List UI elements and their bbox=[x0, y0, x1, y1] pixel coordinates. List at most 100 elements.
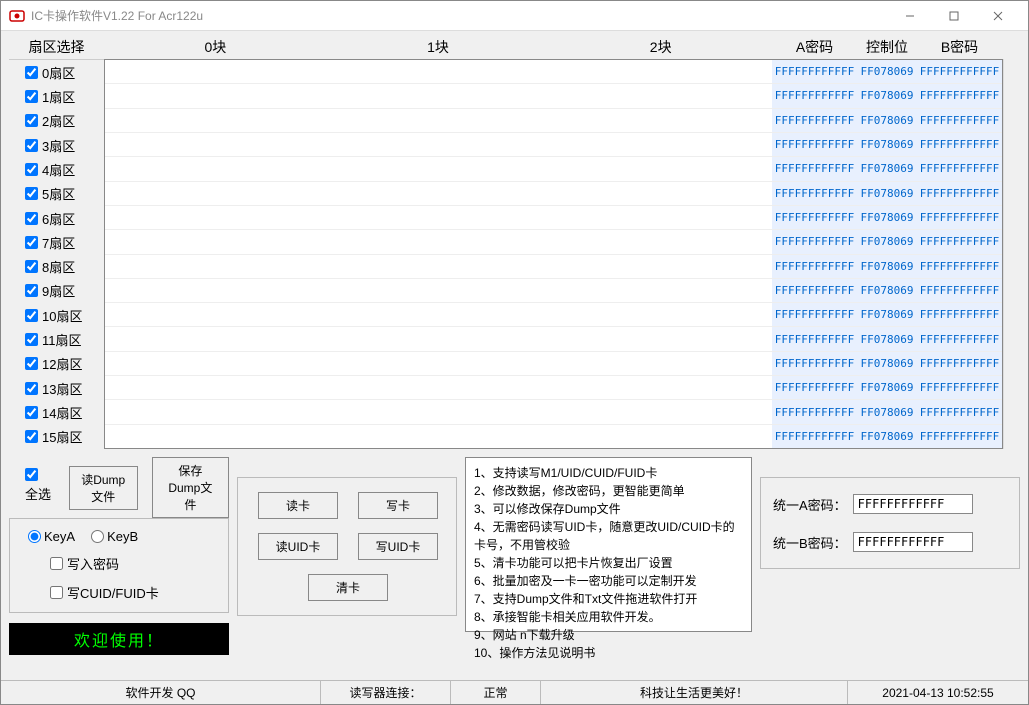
cell-block1[interactable] bbox=[327, 109, 549, 132]
cell-control[interactable]: FF078069 bbox=[857, 279, 917, 302]
cell-b-password[interactable]: FFFFFFFFFFFF bbox=[917, 425, 1002, 448]
cell-b-password[interactable]: FFFFFFFFFFFF bbox=[917, 303, 1002, 326]
save-dump-button[interactable]: 保存Dump文件 bbox=[152, 457, 229, 518]
cell-block2[interactable] bbox=[550, 230, 772, 253]
unified-b-input[interactable] bbox=[853, 532, 973, 552]
cell-block0[interactable] bbox=[105, 425, 327, 448]
cell-control[interactable]: FF078069 bbox=[857, 182, 917, 205]
cell-a-password[interactable]: FFFFFFFFFFFF bbox=[772, 279, 857, 302]
cell-control[interactable]: FF078069 bbox=[857, 109, 917, 132]
cell-block0[interactable] bbox=[105, 400, 327, 423]
cell-block1[interactable] bbox=[327, 400, 549, 423]
cell-block0[interactable] bbox=[105, 182, 327, 205]
sector-checkbox-13[interactable]: 13扇区 bbox=[9, 376, 104, 400]
cell-block1[interactable] bbox=[327, 376, 549, 399]
cell-block2[interactable] bbox=[550, 133, 772, 156]
cell-block1[interactable] bbox=[327, 327, 549, 350]
write-password-checkbox[interactable]: 写入密码 bbox=[50, 554, 218, 573]
cell-a-password[interactable]: FFFFFFFFFFFF bbox=[772, 133, 857, 156]
write-cuid-checkbox[interactable]: 写CUID/FUID卡 bbox=[50, 583, 218, 602]
cell-control[interactable]: FF078069 bbox=[857, 206, 917, 229]
cell-a-password[interactable]: FFFFFFFFFFFF bbox=[772, 157, 857, 180]
cell-b-password[interactable]: FFFFFFFFFFFF bbox=[917, 206, 1002, 229]
cell-control[interactable]: FF078069 bbox=[857, 60, 917, 83]
cell-block0[interactable] bbox=[105, 279, 327, 302]
cell-block2[interactable] bbox=[550, 327, 772, 350]
cell-block0[interactable] bbox=[105, 352, 327, 375]
cell-b-password[interactable]: FFFFFFFFFFFF bbox=[917, 60, 1002, 83]
cell-a-password[interactable]: FFFFFFFFFFFF bbox=[772, 84, 857, 107]
cell-control[interactable]: FF078069 bbox=[857, 400, 917, 423]
cell-b-password[interactable]: FFFFFFFFFFFF bbox=[917, 352, 1002, 375]
cell-block2[interactable] bbox=[550, 425, 772, 448]
cell-a-password[interactable]: FFFFFFFFFFFF bbox=[772, 376, 857, 399]
cell-b-password[interactable]: FFFFFFFFFFFF bbox=[917, 400, 1002, 423]
select-all-checkbox[interactable]: 全选 bbox=[25, 468, 55, 503]
cell-block1[interactable] bbox=[327, 230, 549, 253]
cell-block2[interactable] bbox=[550, 84, 772, 107]
cell-block2[interactable] bbox=[550, 109, 772, 132]
cell-block2[interactable] bbox=[550, 206, 772, 229]
cell-block1[interactable] bbox=[327, 157, 549, 180]
cell-a-password[interactable]: FFFFFFFFFFFF bbox=[772, 206, 857, 229]
cell-block0[interactable] bbox=[105, 109, 327, 132]
cell-a-password[interactable]: FFFFFFFFFFFF bbox=[772, 327, 857, 350]
cell-block2[interactable] bbox=[550, 157, 772, 180]
cell-control[interactable]: FF078069 bbox=[857, 352, 917, 375]
sector-checkbox-1[interactable]: 1扇区 bbox=[9, 84, 104, 108]
sector-checkbox-14[interactable]: 14扇区 bbox=[9, 400, 104, 424]
cell-control[interactable]: FF078069 bbox=[857, 157, 917, 180]
cell-b-password[interactable]: FFFFFFFFFFFF bbox=[917, 230, 1002, 253]
cell-a-password[interactable]: FFFFFFFFFFFF bbox=[772, 400, 857, 423]
sector-checkbox-6[interactable]: 6扇区 bbox=[9, 206, 104, 230]
cell-b-password[interactable]: FFFFFFFFFFFF bbox=[917, 279, 1002, 302]
cell-block0[interactable] bbox=[105, 255, 327, 278]
cell-b-password[interactable]: FFFFFFFFFFFF bbox=[917, 133, 1002, 156]
cell-block0[interactable] bbox=[105, 133, 327, 156]
sector-checkbox-15[interactable]: 15扇区 bbox=[9, 425, 104, 449]
keyb-radio[interactable]: KeyB bbox=[91, 529, 138, 544]
sector-checkbox-10[interactable]: 10扇区 bbox=[9, 303, 104, 327]
cell-control[interactable]: FF078069 bbox=[857, 376, 917, 399]
cell-block2[interactable] bbox=[550, 376, 772, 399]
sector-checkbox-5[interactable]: 5扇区 bbox=[9, 182, 104, 206]
read-dump-button[interactable]: 读Dump文件 bbox=[69, 466, 138, 510]
cell-b-password[interactable]: FFFFFFFFFFFF bbox=[917, 182, 1002, 205]
cell-b-password[interactable]: FFFFFFFFFFFF bbox=[917, 327, 1002, 350]
write-card-button[interactable]: 写卡 bbox=[358, 492, 438, 519]
cell-b-password[interactable]: FFFFFFFFFFFF bbox=[917, 376, 1002, 399]
cell-block0[interactable] bbox=[105, 327, 327, 350]
cell-control[interactable]: FF078069 bbox=[857, 303, 917, 326]
cell-block1[interactable] bbox=[327, 425, 549, 448]
cell-a-password[interactable]: FFFFFFFFFFFF bbox=[772, 60, 857, 83]
sector-checkbox-11[interactable]: 11扇区 bbox=[9, 327, 104, 351]
cell-block1[interactable] bbox=[327, 255, 549, 278]
cell-a-password[interactable]: FFFFFFFFFFFF bbox=[772, 182, 857, 205]
cell-block0[interactable] bbox=[105, 303, 327, 326]
cell-block0[interactable] bbox=[105, 84, 327, 107]
cell-block2[interactable] bbox=[550, 303, 772, 326]
maximize-button[interactable] bbox=[932, 2, 976, 30]
close-button[interactable] bbox=[976, 2, 1020, 30]
write-uid-button[interactable]: 写UID卡 bbox=[358, 533, 438, 560]
cell-b-password[interactable]: FFFFFFFFFFFF bbox=[917, 157, 1002, 180]
cell-block0[interactable] bbox=[105, 376, 327, 399]
cell-control[interactable]: FF078069 bbox=[857, 84, 917, 107]
clear-card-button[interactable]: 清卡 bbox=[308, 574, 388, 601]
cell-b-password[interactable]: FFFFFFFFFFFF bbox=[917, 109, 1002, 132]
keya-radio[interactable]: KeyA bbox=[28, 529, 75, 544]
sector-checkbox-4[interactable]: 4扇区 bbox=[9, 157, 104, 181]
cell-block1[interactable] bbox=[327, 352, 549, 375]
cell-block2[interactable] bbox=[550, 400, 772, 423]
cell-control[interactable]: FF078069 bbox=[857, 255, 917, 278]
cell-a-password[interactable]: FFFFFFFFFFFF bbox=[772, 303, 857, 326]
cell-block1[interactable] bbox=[327, 279, 549, 302]
cell-block1[interactable] bbox=[327, 60, 549, 83]
cell-block1[interactable] bbox=[327, 303, 549, 326]
cell-block0[interactable] bbox=[105, 157, 327, 180]
cell-block1[interactable] bbox=[327, 84, 549, 107]
cell-a-password[interactable]: FFFFFFFFFFFF bbox=[772, 109, 857, 132]
sector-checkbox-12[interactable]: 12扇区 bbox=[9, 352, 104, 376]
cell-block2[interactable] bbox=[550, 255, 772, 278]
sector-checkbox-8[interactable]: 8扇区 bbox=[9, 255, 104, 279]
